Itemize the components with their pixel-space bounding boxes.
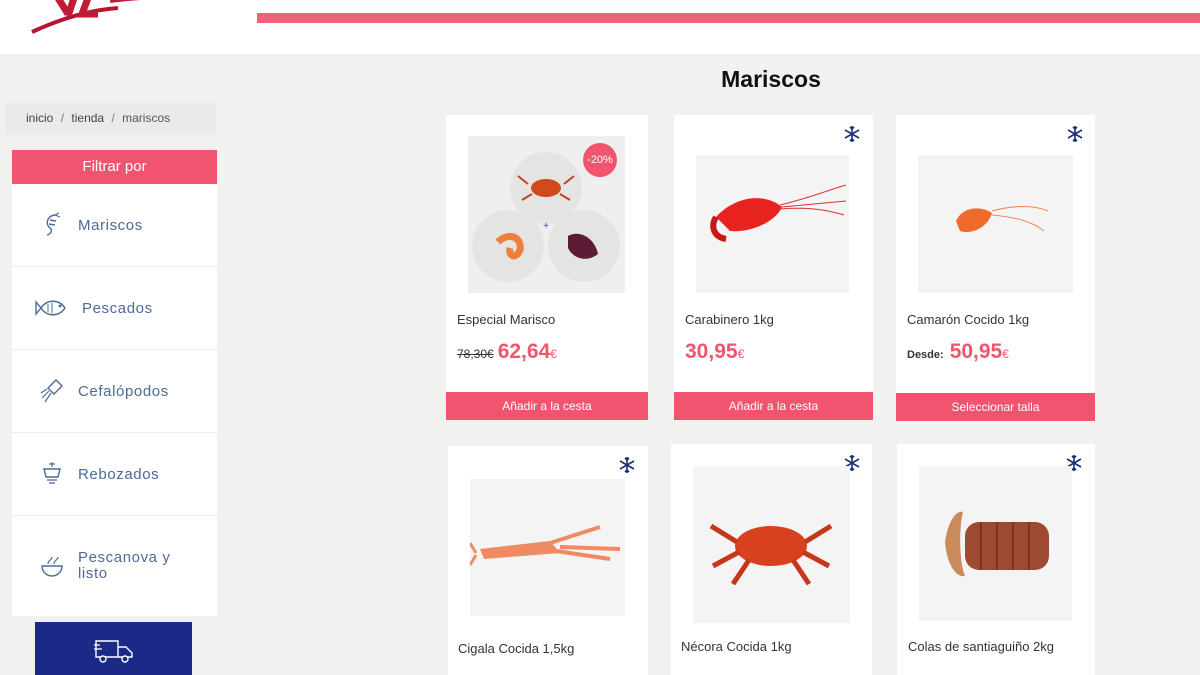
breadcrumb-home-link[interactable]: inicio: [26, 111, 53, 125]
price-value: 50,95: [949, 340, 1003, 363]
frozen-snowflake-icon: [844, 126, 860, 142]
breadcrumb: inicio / tienda / mariscos: [6, 103, 216, 135]
product-image[interactable]: [918, 155, 1073, 293]
breadcrumb-current: mariscos: [122, 111, 171, 125]
category-list: Mariscos Pescados Cefalópodos Rebozados …: [12, 184, 217, 616]
sidebar-item-pescados[interactable]: Pescados: [12, 267, 217, 350]
breadcrumb-separator: /: [60, 111, 65, 125]
squid-icon: [32, 376, 72, 406]
product-name[interactable]: Camarón Cocido 1kg: [907, 312, 1029, 327]
header-accent-bar: [257, 13, 1200, 23]
discount-badge: -20%: [583, 143, 617, 177]
sidebar-item-label: Pescanova y listo: [78, 549, 171, 582]
sidebar-item-mariscos[interactable]: Mariscos: [12, 184, 217, 267]
breadcrumb-shop-link[interactable]: tienda: [71, 111, 104, 125]
price-value: 62,64: [497, 340, 551, 363]
old-price: 78,30€: [457, 347, 494, 361]
product-image[interactable]: [693, 466, 850, 623]
bowl-icon: [32, 551, 72, 581]
svg-text:+: +: [543, 221, 549, 232]
product-card[interactable]: Colas de santiaguiño 2kg: [897, 444, 1095, 675]
product-card[interactable]: Cigala Cocida 1,5kg: [448, 446, 648, 675]
price-prefix: Desde:: [907, 349, 944, 361]
breadcrumb-separator: /: [111, 111, 115, 125]
brand-logo[interactable]: [18, 0, 188, 38]
product-image[interactable]: [470, 479, 625, 616]
currency: €: [550, 347, 557, 361]
fryer-icon: [32, 459, 72, 489]
product-image[interactable]: [696, 155, 849, 293]
site-header: [0, 0, 1200, 54]
product-card[interactable]: Carabinero 1kg 30,95€: [674, 115, 873, 393]
frozen-snowflake-icon: [619, 457, 635, 473]
product-name[interactable]: Nécora Cocida 1kg: [681, 639, 792, 654]
sidebar-item-pescanova-y-listo[interactable]: Pescanova y listo: [12, 516, 217, 616]
page-title: Mariscos: [721, 66, 821, 92]
product-card[interactable]: Nécora Cocida 1kg: [671, 444, 872, 675]
sidebar-item-label: Mariscos: [78, 216, 143, 234]
product-name[interactable]: Colas de santiaguiño 2kg: [908, 639, 1054, 654]
product-image[interactable]: [919, 466, 1072, 621]
sidebar-item-rebozados[interactable]: Rebozados: [12, 433, 217, 516]
sidebar-item-label: Cefalópodos: [78, 382, 169, 400]
add-to-cart-button[interactable]: Añadir a la cesta: [446, 392, 648, 420]
product-name[interactable]: Especial Marisco: [457, 312, 555, 327]
product-card[interactable]: + -20% Especial Marisco 78,30€ 62,64€: [446, 115, 648, 393]
frozen-snowflake-icon: [1067, 126, 1083, 142]
add-to-cart-button[interactable]: Añadir a la cesta: [674, 392, 873, 420]
product-price: 30,95€: [685, 340, 744, 364]
product-name[interactable]: Cigala Cocida 1,5kg: [458, 641, 574, 656]
product-price: Desde: 50,95€: [907, 340, 1009, 364]
currency: €: [737, 347, 745, 361]
shrimp-icon: [32, 210, 72, 240]
product-name[interactable]: Carabinero 1kg: [685, 312, 774, 327]
sidebar-item-cefalopodos[interactable]: Cefalópodos: [12, 350, 217, 433]
delivery-truck-icon: [93, 635, 134, 669]
currency: €: [1002, 347, 1009, 361]
sidebar-item-label: Rebozados: [78, 465, 160, 483]
product-card[interactable]: Camarón Cocido 1kg Desde: 50,95€: [896, 115, 1095, 393]
fish-icon: [32, 293, 72, 323]
filter-header: Filtrar por: [12, 150, 217, 184]
sidebar-item-label: Pescados: [82, 299, 153, 317]
product-price: 78,30€ 62,64€: [457, 340, 557, 364]
price-value: 30,95: [685, 340, 738, 363]
select-size-button[interactable]: Seleccionar talla: [896, 393, 1095, 421]
delivery-banner[interactable]: [35, 622, 192, 675]
